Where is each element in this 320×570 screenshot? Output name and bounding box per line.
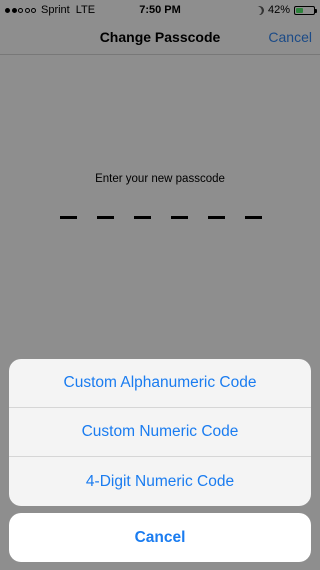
option-4-digit-numeric-code[interactable]: 4-Digit Numeric Code bbox=[9, 457, 311, 506]
action-sheet-cancel-button[interactable]: Cancel bbox=[9, 513, 311, 562]
passcode-options-action-sheet: Custom Alphanumeric Code Custom Numeric … bbox=[9, 359, 311, 506]
screen: Sprint LTE 7:50 PM 42% Change Passcode C… bbox=[0, 0, 320, 570]
option-custom-alphanumeric-code[interactable]: Custom Alphanumeric Code bbox=[9, 359, 311, 408]
option-custom-numeric-code[interactable]: Custom Numeric Code bbox=[9, 408, 311, 457]
